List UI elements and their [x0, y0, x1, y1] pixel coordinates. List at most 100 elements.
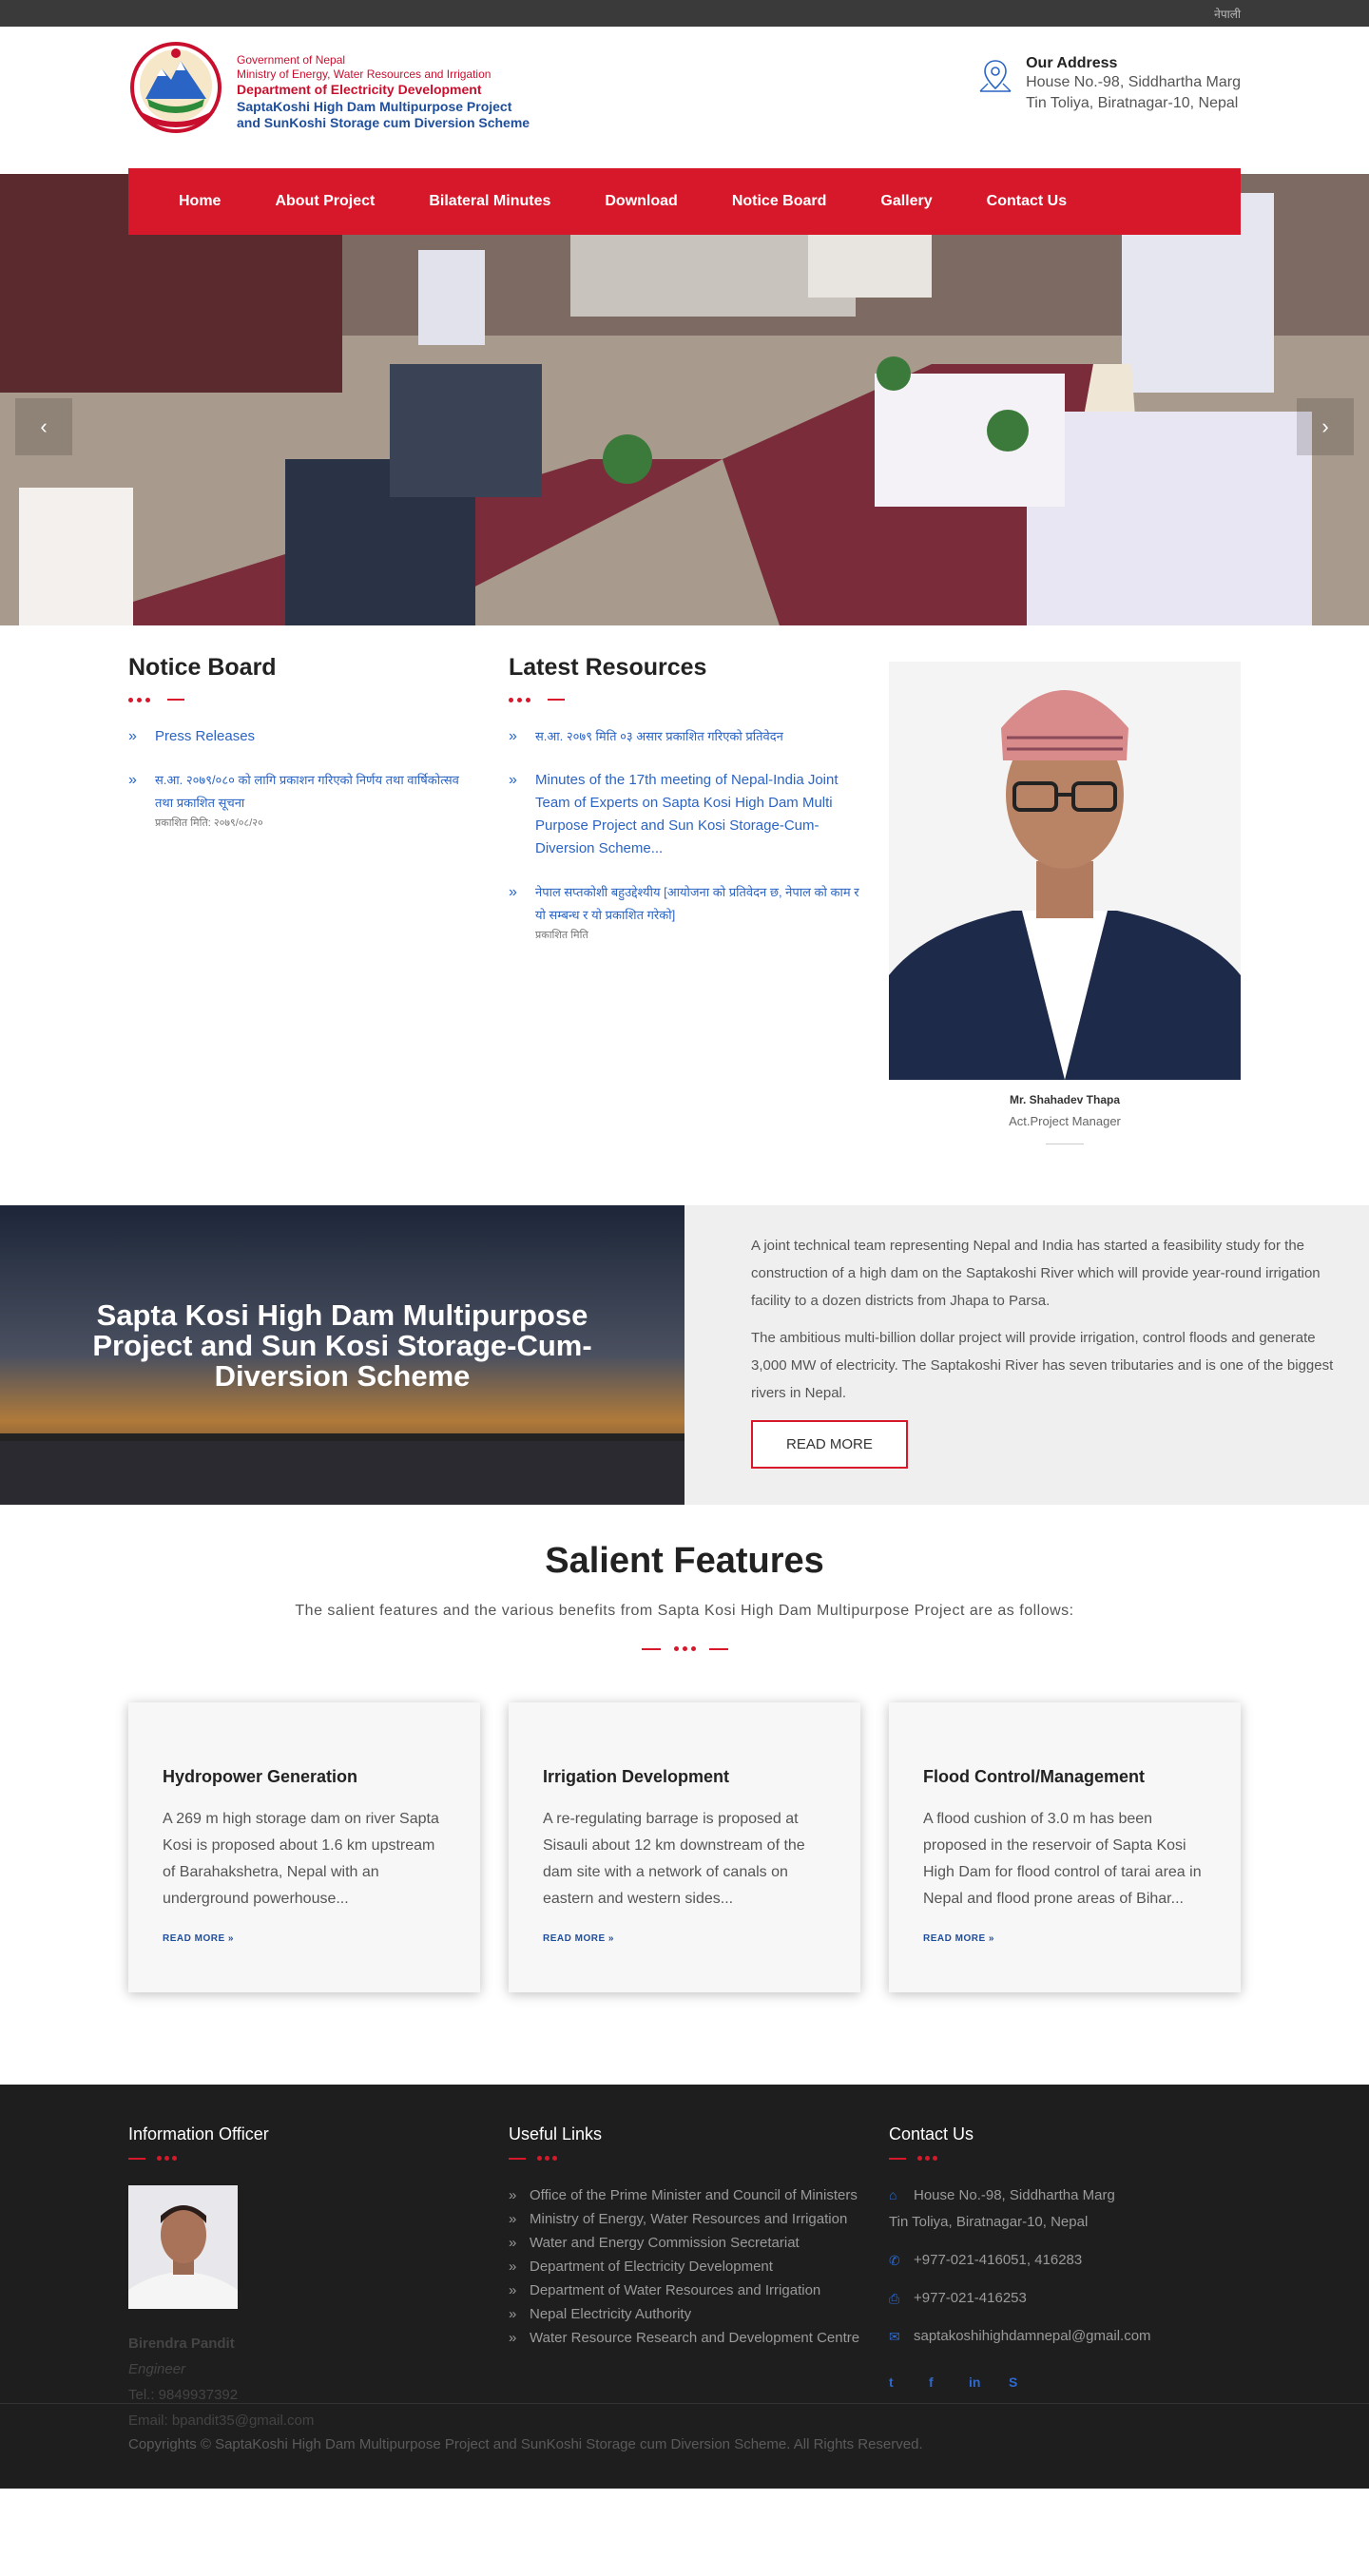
logo-line-government: Government of Nepal	[237, 53, 346, 67]
resource-item[interactable]: नेपाल सप्तकोशी बहुउद्देश्यीय [आयोजना को …	[509, 881, 865, 942]
notices-section: Notice Board Press Releases स.आ. २०७९/०८…	[0, 625, 1369, 1205]
nav-about-project[interactable]: About Project	[275, 193, 375, 210]
title-divider	[128, 695, 480, 704]
title-divider	[889, 2156, 1241, 2161]
resources-list: स.आ. २०७९ मिति ०३ असार प्रकाशित गरिएको प…	[509, 725, 865, 942]
contact-fax: ⎙ +977-021-416253	[889, 2285, 1241, 2312]
intro-paragraph-1: A joint technical team representing Nepa…	[751, 1238, 1321, 1309]
meeting-hall-photo	[0, 174, 1369, 625]
location-icon: ⌂	[889, 2187, 897, 2202]
notice-item[interactable]: Press Releases	[128, 725, 480, 748]
contact-address: ⌂ House No.-98, Siddhartha Marg Tin Toliy…	[889, 2182, 1241, 2236]
officer-phone: Tel.: 9849937392	[128, 2387, 239, 2403]
footer-heading: Contact Us	[889, 2124, 974, 2143]
contact-us-column: Contact Us ⌂ House No.-98, Siddhartha Mar…	[889, 2124, 1241, 2390]
feature-title: Hydropower Generation	[163, 1767, 358, 1786]
nav-contact-us[interactable]: Contact Us	[987, 193, 1067, 210]
nav-notice-board[interactable]: Notice Board	[732, 193, 827, 210]
nav-download[interactable]: Download	[605, 193, 677, 210]
useful-link[interactable]: Water and Energy Commission Secretariat	[509, 2231, 865, 2255]
feature-read-more-link[interactable]: READ MORE »	[923, 1933, 1206, 1944]
project-manager-card: Mr. Shahadev Thapa Act.Project Manager	[889, 662, 1241, 1144]
useful-link[interactable]: Department of Electricity Development	[509, 2255, 865, 2278]
officer-name: Birendra Pandit	[128, 2336, 235, 2352]
logo-line-ministry: Ministry of Energy, Water Resources and …	[237, 67, 492, 81]
notice-list: Press Releases स.आ. २०७९/०८० को लागि प्र…	[128, 725, 480, 830]
useful-link[interactable]: Office of the Prime Minister and Council…	[509, 2183, 865, 2207]
main-nav: Home About Project Bilateral Minutes Dow…	[128, 168, 1241, 235]
project-heading: Sapta Kosi High Dam Multipurpose Project…	[92, 1298, 592, 1393]
feature-text: A flood cushion of 3.0 m has been propos…	[923, 1811, 1202, 1907]
nepal-emblem-icon	[130, 42, 222, 133]
title-divider	[128, 2156, 480, 2161]
information-officer-column: Information Officer Birendra Pandit Engi…	[128, 2124, 480, 2429]
feature-card-flood-control: Flood Control/Management A flood cushion…	[889, 1702, 1241, 1992]
feature-card-irrigation: Irrigation Development A re-regulating b…	[509, 1702, 860, 1992]
project-manager-role: Act.Project Manager	[1009, 1114, 1121, 1128]
intro-paragraph-2: The ambitious multi-billion dollar proje…	[751, 1330, 1334, 1401]
title-divider	[0, 1646, 1369, 1651]
logo-line-department: Department of Electricity Development	[237, 82, 482, 97]
river-sunset-banner: Sapta Kosi High Dam Multipurpose Project…	[0, 1205, 684, 1505]
linkedin-icon[interactable]: in	[969, 2374, 1009, 2390]
feature-text: A 269 m high storage dam on river Sapta …	[163, 1811, 439, 1907]
notice-item[interactable]: स.आ. २०७९/०८० को लागि प्रकाशन गरिएको निर…	[128, 769, 480, 830]
hero-slider: ‹ ›	[0, 174, 1369, 625]
title-divider	[509, 2156, 870, 2161]
site-header: Government of Nepal Ministry of Energy, …	[0, 27, 1369, 235]
nav-home[interactable]: Home	[179, 193, 221, 210]
top-bar: नेपाली	[0, 0, 1369, 27]
copyright-bar: Copyrights © SaptaKoshi High Dam Multipu…	[0, 2403, 1369, 2489]
salient-features-section: Salient Features The salient features an…	[0, 1505, 1369, 2085]
useful-link[interactable]: Nepal Electricity Authority	[509, 2302, 865, 2326]
project-manager-photo	[889, 662, 1241, 1080]
facebook-icon[interactable]: f	[929, 2374, 969, 2390]
contact-email[interactable]: ✉ saptakoshihighdamnepal@gmail.com	[889, 2323, 1241, 2350]
nav-gallery[interactable]: Gallery	[880, 193, 932, 210]
feature-title: Irrigation Development	[543, 1767, 730, 1786]
contact-phone: ✆ +977-021-416051, 416283	[889, 2247, 1241, 2274]
feature-title: Flood Control/Management	[923, 1767, 1145, 1786]
project-intro-text: A joint technical team representing Nepa…	[684, 1205, 1369, 1505]
feature-read-more-link[interactable]: READ MORE »	[163, 1933, 446, 1944]
social-links: t f in S	[889, 2374, 1241, 2390]
twitter-icon[interactable]: t	[889, 2374, 929, 2390]
feature-card-hydropower: Hydropower Generation A 269 m high stora…	[128, 1702, 480, 1992]
contact-address-line-2: Tin Toliya, Biratnagar-10, Nepal	[889, 2214, 1089, 2230]
resource-item[interactable]: Minutes of the 17th meeting of Nepal-Ind…	[509, 769, 865, 860]
logo-line-project: SaptaKoshi High Dam Multipurpose Project	[237, 98, 512, 114]
project-manager-name: Mr. Shahadev Thapa	[1009, 1093, 1121, 1106]
footer-heading: Information Officer	[128, 2124, 269, 2143]
copyright-text: Copyrights © SaptaKoshi High Dam Multipu…	[128, 2436, 923, 2452]
nav-bilateral-minutes[interactable]: Bilateral Minutes	[429, 193, 550, 210]
useful-link[interactable]: Water Resource Research and Development …	[509, 2326, 865, 2350]
skype-icon[interactable]: S	[1009, 2374, 1049, 2390]
title-divider	[509, 695, 865, 704]
project-intro-section: Sapta Kosi High Dam Multipurpose Project…	[0, 1205, 1369, 1505]
language-switch-link[interactable]: नेपाली	[1214, 6, 1241, 22]
header-address: Our Address House No.-98, Siddhartha Mar…	[976, 55, 1241, 114]
useful-link[interactable]: Department of Water Resources and Irriga…	[509, 2278, 865, 2302]
slider-prev-button[interactable]: ‹	[15, 398, 72, 455]
read-more-button[interactable]: READ MORE	[751, 1420, 908, 1469]
latest-resources-title: Latest Resources	[509, 654, 707, 681]
location-pin-icon	[979, 60, 1012, 92]
useful-link[interactable]: Ministry of Energy, Water Resources and …	[509, 2207, 865, 2231]
useful-links-column: Useful Links Office of the Prime Ministe…	[509, 2124, 870, 2350]
feature-read-more-link[interactable]: READ MORE »	[543, 1933, 826, 1944]
slider-next-button[interactable]: ›	[1297, 398, 1354, 455]
site-footer: Information Officer Birendra Pandit Engi…	[0, 2085, 1369, 2489]
envelope-icon: ✉	[889, 2329, 900, 2344]
useful-links-list: Office of the Prime Minister and Council…	[509, 2183, 865, 2350]
notice-board-title: Notice Board	[128, 654, 277, 681]
notice-board-column: Notice Board Press Releases स.आ. २०७९/०८…	[128, 654, 480, 851]
resource-item[interactable]: स.आ. २०७९ मिति ०३ असार प्रकाशित गरिएको प…	[509, 725, 865, 748]
address-line-1: House No.-98, Siddhartha Marg	[1026, 74, 1241, 90]
salient-features-title: Salient Features	[545, 1541, 824, 1581]
footer-heading: Useful Links	[509, 2124, 603, 2143]
site-logo[interactable]: Government of Nepal Ministry of Energy, …	[128, 40, 530, 135]
feature-text: A re-regulating barrage is proposed at S…	[543, 1811, 805, 1907]
phone-icon: ✆	[889, 2253, 900, 2268]
notice-date: प्रकाशित मिति: २०७९/०८/२०	[155, 817, 263, 829]
address-line-2: Tin Toliya, Biratnagar-10, Nepal	[1026, 95, 1239, 111]
